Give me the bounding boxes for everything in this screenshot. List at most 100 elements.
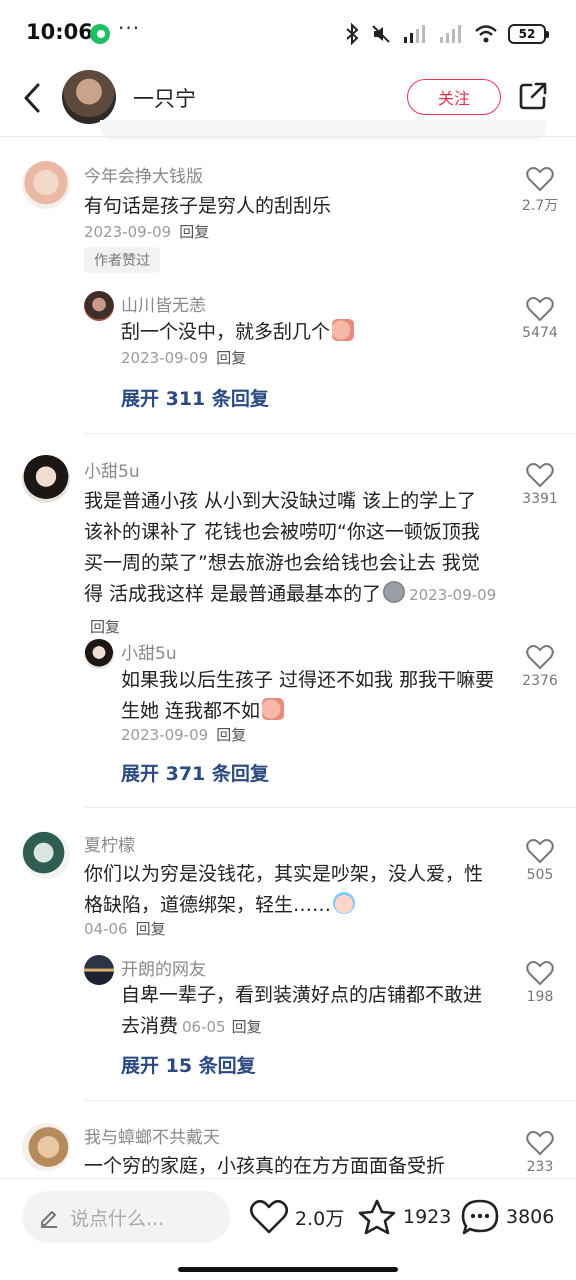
comment-text[interactable]: 有句话是孩子是穷人的刮刮乐 — [84, 191, 504, 222]
expand-replies-button[interactable]: 展开 311 条回复 — [121, 384, 269, 411]
reply-date: 2023-09-09 — [121, 349, 209, 367]
like-count: 3391 — [522, 491, 558, 507]
post-collect-count: 1923 — [403, 1206, 452, 1228]
share-button[interactable] — [517, 80, 549, 112]
share-icon — [519, 82, 547, 110]
reply-avatar[interactable] — [84, 639, 114, 669]
comment-date: 2023-09-09 — [84, 223, 172, 241]
heart-icon — [526, 645, 554, 670]
reply-name[interactable]: 开朗的网友 — [121, 955, 206, 980]
commenter-name[interactable]: 我与蟑螂不共戴天 — [84, 1123, 220, 1148]
battery-icon: 52 — [508, 24, 549, 44]
reply-avatar[interactable] — [84, 955, 114, 985]
reply-like-button[interactable]: 198 — [516, 960, 564, 1005]
reply-button[interactable]: 回复 — [136, 920, 166, 938]
comment-date: 2023-09-09 — [409, 586, 497, 604]
emoji-sticker — [332, 319, 355, 341]
commenter-name[interactable]: 小甜5u — [84, 457, 140, 482]
signal-icon — [438, 23, 464, 45]
heart-icon — [526, 167, 554, 192]
comment-divider — [84, 433, 576, 434]
comment-item: 我与蟑螂不共戴天 一个穷的家庭，小孩真的在方方面面备受折 233 — [0, 1114, 576, 1178]
reply-meta: 2023-09-09 回复 — [121, 347, 246, 368]
comment-divider — [84, 1100, 576, 1101]
comment-item: 今年会挣大钱版 有句话是孩子是穷人的刮刮乐 2023-09-09 回复 作者赞过 … — [0, 150, 576, 440]
commenter-avatar[interactable] — [22, 1123, 70, 1171]
reply-date: 2023-09-09 — [121, 726, 209, 744]
commenter-avatar[interactable] — [22, 831, 70, 879]
comment-input-placeholder: 说点什么... — [70, 1207, 165, 1230]
reply-name[interactable]: 山川皆无恙 — [121, 291, 206, 316]
comment-item: 小甜5u 我是普通小孩 从小到大没缺过嘴 该上的学上了 该补的课补了 花钱也会被… — [0, 446, 576, 811]
commenter-name[interactable]: 今年会挣大钱版 — [84, 162, 203, 187]
reply-button[interactable]: 回复 — [90, 618, 120, 636]
comment-meta: 04-06 回复 — [84, 918, 166, 939]
comment-input[interactable]: 说点什么... — [22, 1191, 230, 1243]
reply-button[interactable]: 回复 — [216, 726, 246, 744]
comment-like-button[interactable]: 2.7万 — [516, 166, 564, 215]
like-count: 505 — [526, 867, 554, 883]
header-divider — [0, 136, 576, 137]
comment-divider — [84, 807, 576, 808]
more-notifications-icon: ··· — [118, 16, 141, 40]
star-icon — [358, 1199, 396, 1235]
reply-avatar[interactable] — [84, 291, 114, 321]
reply-text-row[interactable]: 如果我以后生孩子 过得还不如我 那我干嘛要生她 连我都不如 — [121, 665, 497, 727]
bottom-action-bar: 说点什么... 2.0万 1923 3806 — [0, 1178, 576, 1280]
post-collect-button[interactable]: 1923 — [357, 1197, 451, 1237]
comment-meta: 2023-09-09 回复 — [84, 221, 209, 242]
status-time: 10:06 — [26, 20, 93, 44]
back-button[interactable] — [18, 80, 48, 116]
comment-text-row[interactable]: 你们以为穷是没钱花，其实是吵架，没人爱，性格缺陷，道德绑架，轻生…… — [84, 859, 484, 921]
like-count: 2.7万 — [521, 198, 559, 214]
comment-date: 04-06 — [84, 920, 128, 938]
heart-icon — [526, 839, 554, 864]
reply-text: 自卑一辈子，看到装潢好点的店铺都不敢进去消费 — [121, 984, 483, 1037]
heart-icon — [249, 1199, 289, 1234]
wifi-icon — [474, 23, 498, 45]
reply-button[interactable]: 回复 — [232, 1018, 262, 1036]
emoji-sticker — [262, 698, 285, 720]
reply-text: 刮一个没中，就多刮几个 — [121, 321, 331, 343]
comment-like-button[interactable]: 233 — [516, 1130, 564, 1175]
reply-like-button[interactable]: 2376 — [516, 644, 564, 689]
expand-replies-button[interactable]: 展开 15 条回复 — [121, 1051, 256, 1078]
comment-bubble-icon — [461, 1199, 499, 1235]
home-indicator[interactable] — [178, 1267, 398, 1272]
chevron-left-icon — [24, 83, 40, 113]
previous-content-edge — [100, 120, 546, 140]
commenter-avatar[interactable] — [22, 161, 70, 209]
reply-button[interactable]: 回复 — [216, 349, 246, 367]
heart-icon — [526, 297, 554, 322]
heart-icon — [526, 463, 554, 488]
commenter-name[interactable]: 夏柠檬 — [84, 831, 135, 856]
post-like-button[interactable]: 2.0万 — [249, 1197, 344, 1237]
like-count: 233 — [526, 1159, 554, 1175]
reply-text-row[interactable]: 刮一个没中，就多刮几个 — [121, 317, 501, 348]
emoji-sticker — [383, 581, 406, 603]
author-avatar[interactable] — [62, 70, 116, 124]
post-comment-button[interactable]: 3806 — [460, 1197, 554, 1237]
like-count: 198 — [526, 989, 554, 1005]
comment-text-row[interactable]: 我是普通小孩 从小到大没缺过嘴 该上的学上了 该补的课补了 花钱也会被唠叨“你这… — [84, 486, 498, 643]
comment-item: 夏柠檬 你们以为穷是没钱花，其实是吵架，没人爱，性格缺陷，道德绑架，轻生…… 0… — [0, 822, 576, 1107]
like-count: 5474 — [522, 325, 558, 341]
reply-like-button[interactable]: 5474 — [516, 296, 564, 341]
heart-icon — [526, 1131, 554, 1156]
mute-icon — [370, 23, 392, 45]
follow-button[interactable]: 关注 — [407, 79, 501, 115]
comment-text: 你们以为穷是没钱花，其实是吵架，没人爱，性格缺陷，道德绑架，轻生…… — [84, 863, 484, 916]
comment-like-button[interactable]: 3391 — [516, 462, 564, 507]
reply-name[interactable]: 小甜5u — [121, 639, 177, 664]
signal-hd-icon — [402, 23, 428, 45]
author-name[interactable]: 一只宁 — [133, 83, 196, 113]
author-liked-badge: 作者赞过 — [84, 247, 160, 273]
reply-meta: 2023-09-09 回复 — [121, 724, 246, 745]
comment-text[interactable]: 一个穷的家庭，小孩真的在方方面面备受折 — [84, 1151, 504, 1178]
comment-like-button[interactable]: 505 — [516, 838, 564, 883]
reply-button[interactable]: 回复 — [179, 223, 209, 241]
commenter-avatar[interactable] — [22, 455, 70, 503]
reply-text-row[interactable]: 自卑一辈子，看到装潢好点的店铺都不敢进去消费 06-05 回复 — [121, 980, 497, 1043]
post-comment-count: 3806 — [506, 1206, 555, 1228]
expand-replies-button[interactable]: 展开 371 条回复 — [121, 759, 269, 786]
